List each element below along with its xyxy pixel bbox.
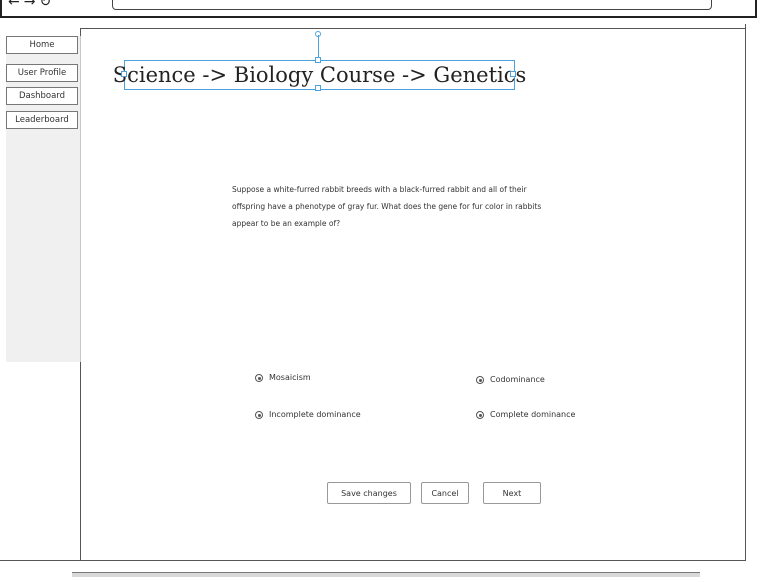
option-label: Incomplete dominance [269,410,361,419]
resize-handle-left[interactable] [121,71,127,77]
arrow-right-icon[interactable]: → [24,0,36,10]
next-button[interactable]: Next [483,482,541,504]
option-mosaicism[interactable]: Mosaicism [255,373,311,382]
refresh-icon[interactable]: ↻ [39,0,51,10]
browser-toolbar: ← → ↻ [0,0,757,18]
radio-icon[interactable] [255,373,263,382]
option-label: Mosaicism [269,373,311,382]
resize-handle-bottom[interactable] [315,85,321,91]
save-button[interactable]: Save changes [327,482,411,504]
sidebar-item-home[interactable]: Home [6,36,78,54]
sidebar-item-user-profile[interactable]: User Profile [6,64,78,82]
arrow-left-icon[interactable]: ← [8,0,20,10]
nav-arrows: ← → ↻ [8,0,55,10]
address-bar[interactable] [112,0,712,10]
radio-icon[interactable] [255,410,263,419]
option-label: Codominance [490,375,545,384]
horizontal-scrollbar[interactable] [72,572,700,577]
option-label: Complete dominance [490,410,576,419]
sidebar-item-leaderboard[interactable]: Leaderboard [6,111,78,129]
sidebar: Home User Profile Dashboard Leaderboard [6,36,81,362]
main-panel [80,28,746,560]
sidebar-item-dashboard[interactable]: Dashboard [6,87,78,105]
question-text: Suppose a white-furred rabbit breeds wit… [232,185,542,228]
radio-icon[interactable] [476,375,484,384]
radio-icon[interactable] [476,410,484,419]
option-codominance[interactable]: Codominance [476,375,545,384]
resize-handle-top[interactable] [315,57,321,63]
resize-handle-right[interactable] [510,71,516,77]
cancel-button[interactable]: Cancel [421,482,469,504]
option-complete-dominance[interactable]: Complete dominance [476,410,575,419]
option-incomplete-dominance[interactable]: Incomplete dominance [255,410,361,419]
